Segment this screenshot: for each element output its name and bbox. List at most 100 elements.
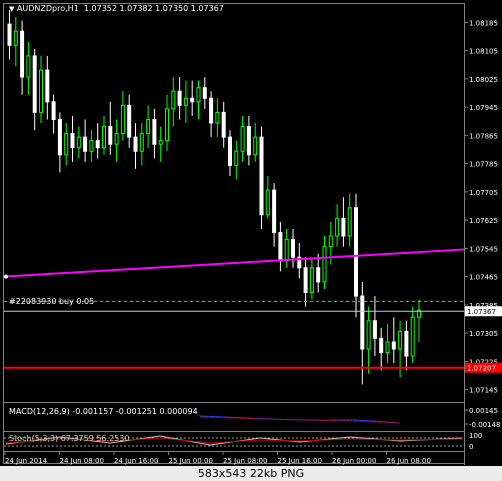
price-tick-label: 1.07145 <box>469 387 498 395</box>
bear-candle <box>209 97 214 124</box>
bear-candle <box>360 295 365 350</box>
bear-candle <box>391 341 396 350</box>
price-axis: 1.08185 1.08105 1.08025 1.07945 1.07865 1.077… <box>464 19 502 395</box>
stoch-label: Stoch(5,3,3) 67.3759 56.2530 <box>9 434 130 443</box>
price-tick-label: 1.08025 <box>469 76 498 84</box>
macd-tick-label: -0.00148 <box>469 421 500 429</box>
bull-candle <box>265 189 270 216</box>
price-tick-label: 1.07705 <box>469 189 498 197</box>
symbol-label: AUDNZDpro,H1 <box>16 4 79 13</box>
time-tick-label: 26 Jun 08:00 <box>387 457 431 465</box>
macd-panel: 0.00145 -0.00148 <box>199 407 500 429</box>
bull-candle <box>39 69 43 113</box>
bull-candle <box>398 330 403 350</box>
bear-candle <box>108 126 113 145</box>
stoch-tick-label: 100 <box>469 432 482 440</box>
price-tick-label: 1.07945 <box>469 104 498 112</box>
bear-candle <box>404 330 409 357</box>
bull-candle <box>410 316 415 357</box>
bear-candle <box>341 217 346 237</box>
price-tick-label: 1.07625 <box>469 217 498 225</box>
time-tick-label: 26 Jun 00:00 <box>332 457 376 465</box>
price-tick-label: 1.07785 <box>469 161 498 169</box>
bear-candle <box>70 133 75 149</box>
bull-candle <box>322 246 327 283</box>
time-tick-label: 25 Jun 08:00 <box>223 457 267 465</box>
bull-candle <box>234 150 239 166</box>
chart-border <box>3 3 465 464</box>
bear-candle <box>127 104 132 138</box>
bull-candle <box>89 140 94 152</box>
ohlc-values: 1.07352 1.07382 1.07350 1.07367 <box>83 4 224 13</box>
bull-candle <box>26 55 31 78</box>
bear-candle <box>177 90 182 106</box>
bull-candle <box>146 118 151 135</box>
bull-candle <box>183 97 188 106</box>
bull-candle <box>171 90 176 110</box>
bear-candle <box>259 136 264 216</box>
bear-candle <box>51 101 56 120</box>
bear-candle <box>372 320 377 339</box>
chart-title: ▼ AUDNZDpro,H1 1.07352 1.07382 1.07350 1… <box>9 4 224 13</box>
bear-candle <box>316 267 321 283</box>
bear-candle <box>202 87 207 99</box>
bull-candle <box>215 111 220 124</box>
trend-line <box>3 248 465 278</box>
bear-candle <box>354 207 358 297</box>
price-tick-label: 1.08185 <box>469 19 498 27</box>
bear-candle <box>83 136 88 152</box>
bear-candle <box>45 69 50 103</box>
bear-candle <box>278 231 283 262</box>
macd-label: MACD(12,26,9) -0.001157 -0.001251 0.0000… <box>9 407 198 416</box>
price-tick-label: 1.07545 <box>469 245 498 253</box>
bull-candle <box>76 136 81 149</box>
image-footer: 583x543 22kb PNG <box>0 466 502 481</box>
bull-candle <box>240 126 245 152</box>
bear-candle <box>57 118 62 156</box>
candlestick-series <box>7 10 421 385</box>
chart-window[interactable]: 1.08185 1.08105 1.08025 1.07945 1.07865 1.077… <box>0 0 502 481</box>
bull-candle <box>114 133 119 145</box>
bull-candle <box>196 87 201 103</box>
bull-candle <box>102 126 106 149</box>
bear-candle <box>190 97 195 103</box>
price-tick-label: 1.08105 <box>469 48 498 56</box>
bear-candle <box>221 111 226 138</box>
bull-candle <box>64 133 69 156</box>
bear-candle <box>379 337 384 354</box>
bull-candle <box>253 136 258 156</box>
time-tick-label: 24 Jun 16:00 <box>114 457 158 465</box>
bull-candle <box>335 217 340 237</box>
time-tick-label: 24 Jun 08:00 <box>60 457 104 465</box>
trend-line-anchor <box>4 274 8 279</box>
bear-candle <box>20 30 25 78</box>
bear-candle <box>272 189 277 233</box>
bear-candle <box>228 136 232 166</box>
bull-candle <box>347 207 352 237</box>
bull-candle <box>366 320 371 350</box>
bear-candle <box>32 55 37 113</box>
bull-candle <box>120 104 125 135</box>
bull-candle <box>165 108 169 142</box>
bull-candle <box>328 235 333 248</box>
order-label[interactable]: #22083930 buy 0.05 <box>9 297 94 306</box>
price-tick-label: 1.07305 <box>469 330 498 338</box>
bear-candle <box>95 140 100 149</box>
price-tick-label: 1.07465 <box>469 274 498 282</box>
bear-candle <box>291 239 295 258</box>
bull-candle <box>284 239 289 262</box>
macd-signal-line <box>199 416 401 424</box>
bear-candle <box>133 136 138 152</box>
time-tick-label: 25 Jun 00:00 <box>169 457 213 465</box>
red-price-label: 1.07207 <box>467 365 496 373</box>
bear-candle <box>7 23 12 46</box>
bull-candle <box>309 267 314 294</box>
macd-tick-label: 0.00145 <box>469 407 498 415</box>
bull-candle <box>158 140 163 145</box>
time-tick-label: 24 Jun 2014 <box>5 457 48 465</box>
bear-candle <box>303 267 308 294</box>
chart-overlays <box>3 248 465 369</box>
current-price-label: 1.07367 <box>467 308 496 316</box>
bull-candle <box>385 341 390 354</box>
bear-candle <box>246 126 251 156</box>
